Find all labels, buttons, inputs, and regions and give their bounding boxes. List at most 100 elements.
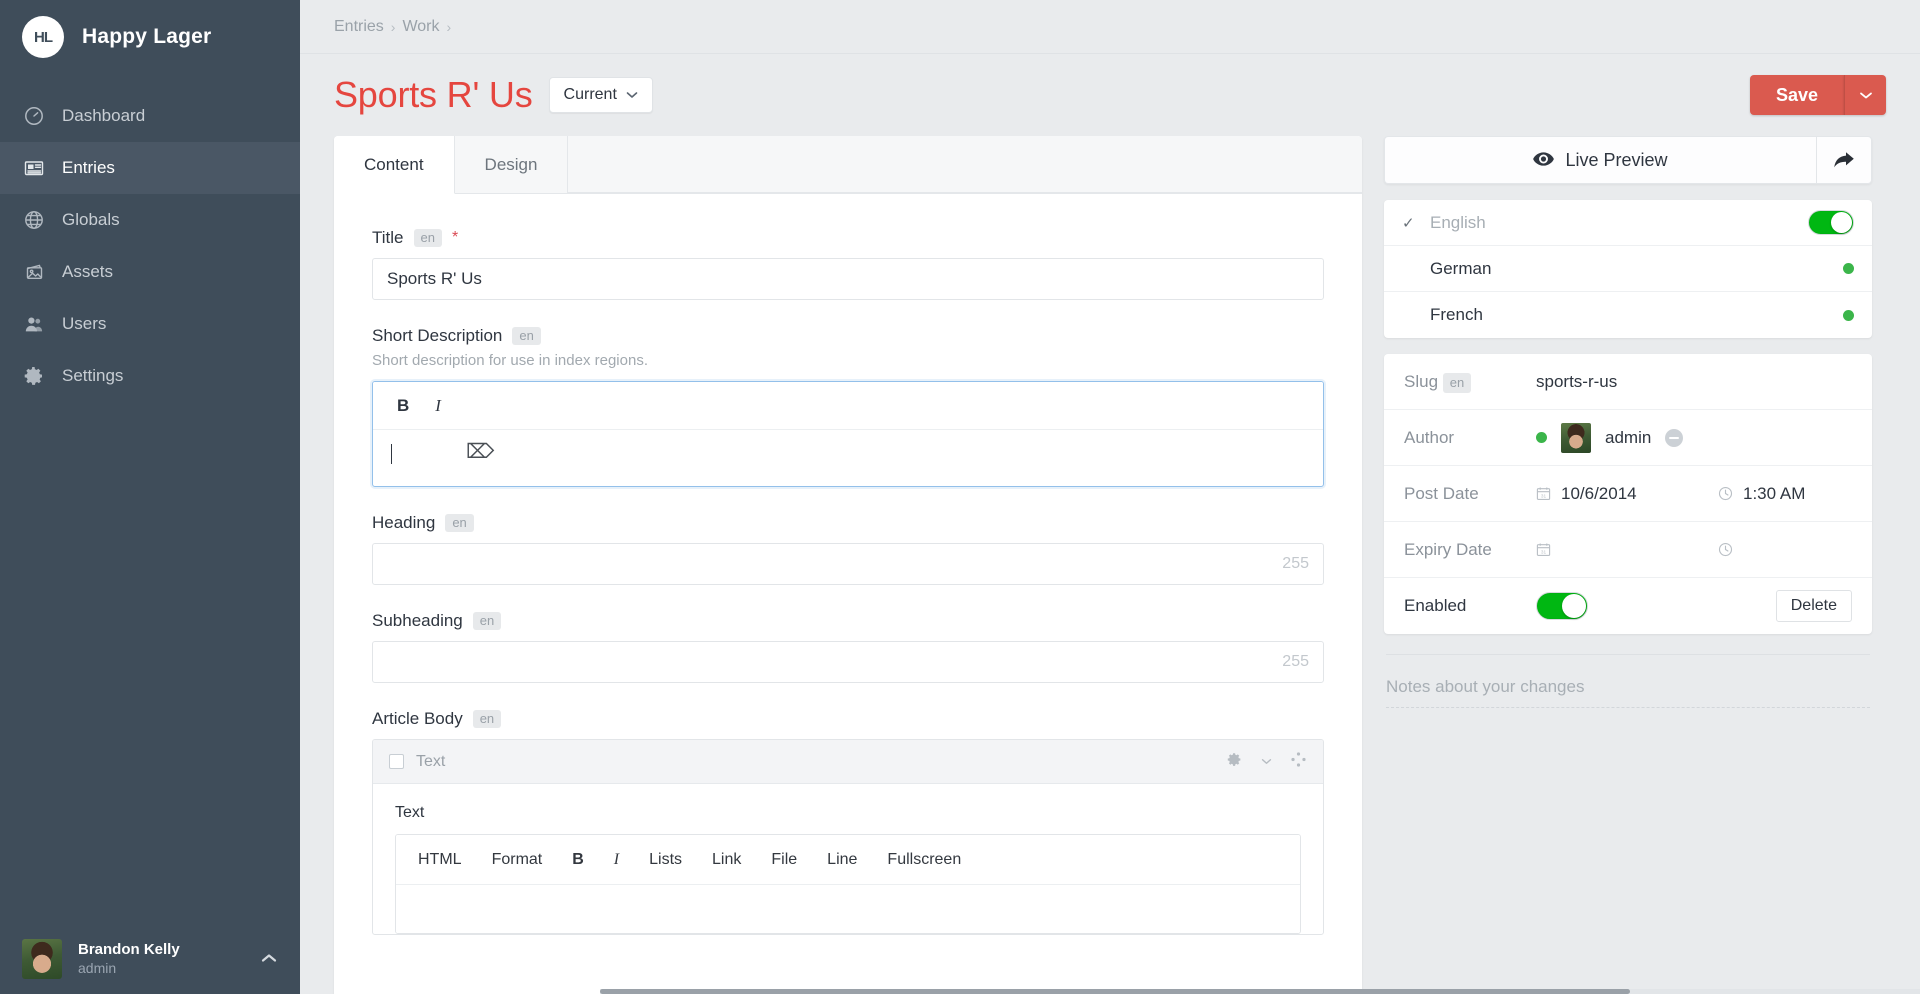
status-dot xyxy=(1843,309,1854,321)
notes-area: Notes about your changes xyxy=(1384,650,1872,708)
block-select-checkbox[interactable] xyxy=(389,754,404,769)
short-description-editor[interactable]: B I ⌦ xyxy=(372,381,1324,487)
italic-button[interactable]: I xyxy=(614,851,619,869)
short-description-input[interactable]: ⌦ xyxy=(373,430,1323,486)
check-icon: ✓ xyxy=(1402,214,1415,232)
breadcrumb-item-work[interactable]: Work xyxy=(402,18,439,36)
language-row-english[interactable]: ✓ English xyxy=(1384,200,1872,246)
users-icon xyxy=(22,312,46,336)
language-tag: en xyxy=(472,710,502,728)
sidebar-item-settings[interactable]: Settings xyxy=(0,350,300,402)
sidebar-item-label: Users xyxy=(62,314,107,333)
format-button[interactable]: Format xyxy=(492,851,543,869)
line-button[interactable]: Line xyxy=(827,851,857,869)
save-options-button[interactable] xyxy=(1844,75,1886,115)
block-actions xyxy=(1226,751,1307,773)
delete-button[interactable]: Delete xyxy=(1775,590,1852,622)
language-tag: en xyxy=(413,229,442,247)
revision-select[interactable]: Current xyxy=(548,77,653,113)
language-row-french[interactable]: French xyxy=(1384,292,1872,338)
field-label-row: Article Body en xyxy=(372,709,1324,729)
field-label: Short Description xyxy=(372,326,503,345)
fullscreen-button[interactable]: Fullscreen xyxy=(887,851,961,869)
slug-input[interactable]: sports-r-us xyxy=(1536,372,1617,392)
details-sidebar: Live Preview ✓ English German French Slu… xyxy=(1384,136,1872,994)
sidebar-item-label: Settings xyxy=(62,366,124,385)
toggle-knob xyxy=(1562,594,1586,618)
sidebar-item-assets[interactable]: Assets xyxy=(0,246,300,298)
block-type-label: Text xyxy=(416,752,446,770)
slug-label: Slug xyxy=(1404,371,1439,391)
html-button[interactable]: HTML xyxy=(418,851,462,869)
field-label-row: Short Description en xyxy=(372,326,1324,346)
title-input[interactable]: Sports R' Us xyxy=(372,258,1324,300)
calendar-icon: 31 xyxy=(1536,486,1551,501)
tab-design[interactable]: Design xyxy=(455,136,569,194)
save-button[interactable]: Save xyxy=(1749,75,1844,115)
preview-row: Live Preview xyxy=(1384,136,1872,184)
sidebar-item-entries[interactable]: Entries xyxy=(0,142,300,194)
brand-logo-icon: HL xyxy=(22,16,64,58)
scrollbar-thumb[interactable] xyxy=(600,989,1630,994)
revision-label: Current xyxy=(563,86,617,103)
remove-icon[interactable] xyxy=(1665,428,1684,447)
heading-input[interactable]: 255 xyxy=(372,543,1324,585)
tab-label: Content xyxy=(364,154,424,174)
breadcrumb-item-entries[interactable]: Entries xyxy=(334,18,384,36)
post-date-input[interactable]: 31 10/6/2014 xyxy=(1536,484,1704,504)
article-body-editor[interactable]: HTML Format B I Lists Link File Line Ful xyxy=(395,834,1301,934)
revision-notes-input[interactable]: Notes about your changes xyxy=(1386,677,1870,708)
bold-button[interactable]: B xyxy=(397,396,409,416)
svg-text:31: 31 xyxy=(1541,494,1547,499)
account-role: admin xyxy=(78,959,117,976)
sidebar-item-globals[interactable]: Globals xyxy=(0,194,300,246)
field-heading: Heading en 255 xyxy=(372,513,1324,585)
sidebar-item-label: Assets xyxy=(62,262,114,281)
enabled-toggle[interactable] xyxy=(1808,210,1854,235)
gear-icon[interactable] xyxy=(1226,751,1243,773)
link-button[interactable]: Link xyxy=(712,851,741,869)
expiry-time-input[interactable] xyxy=(1718,542,1743,557)
main-region: Entries › Work › Sports R' Us Current Sa… xyxy=(300,0,1920,994)
share-arrow-icon[interactable] xyxy=(1816,136,1872,184)
subheading-input[interactable]: 255 xyxy=(372,641,1324,683)
language-label: French xyxy=(1430,305,1483,324)
field-instructions: Short description for use in index regio… xyxy=(372,352,648,369)
expiry-date-input[interactable]: 31 xyxy=(1536,542,1704,557)
sidebar-item-users[interactable]: Users xyxy=(0,298,300,350)
tab-bar-filler xyxy=(568,136,1362,193)
lists-button[interactable]: Lists xyxy=(649,851,682,869)
file-button[interactable]: File xyxy=(771,851,797,869)
tab-content[interactable]: Content xyxy=(334,136,455,194)
bold-button[interactable]: B xyxy=(572,851,584,869)
brand-header[interactable]: HL Happy Lager xyxy=(0,0,300,74)
account-menu[interactable]: Brandon Kelly admin xyxy=(0,924,300,994)
block-field-label: Text xyxy=(395,804,425,821)
globe-icon xyxy=(22,208,46,232)
language-row-german[interactable]: German xyxy=(1384,246,1872,292)
chevron-down-icon xyxy=(626,88,638,102)
horizontal-scrollbar[interactable] xyxy=(600,989,1920,994)
live-preview-label: Live Preview xyxy=(1565,149,1668,170)
sidebar-nav: Dashboard Entries Globals Assets Users S… xyxy=(0,90,300,402)
field-label: Title xyxy=(372,228,404,247)
field-label: Article Body xyxy=(372,709,463,728)
account-name: Brandon Kelly xyxy=(78,940,180,958)
sidebar-item-dashboard[interactable]: Dashboard xyxy=(0,90,300,142)
meta-row-post-date: Post Date 31 10/6/2014 1:30 AM xyxy=(1384,466,1872,522)
italic-button[interactable]: I xyxy=(435,396,441,416)
status-dot xyxy=(1843,263,1854,274)
post-time-input[interactable]: 1:30 AM xyxy=(1718,484,1805,504)
chevron-down-icon[interactable] xyxy=(1261,756,1272,768)
field-label: Subheading xyxy=(372,611,463,630)
chevron-right-icon: › xyxy=(390,18,396,35)
editor-toolbar: B I xyxy=(373,382,1323,430)
chevron-up-icon[interactable] xyxy=(260,951,278,968)
move-handle-icon[interactable] xyxy=(1290,751,1307,773)
language-control xyxy=(1808,210,1854,235)
live-preview-button[interactable]: Live Preview xyxy=(1384,136,1816,184)
field-article-body: Article Body en Text Text HTML Format B … xyxy=(372,709,1324,935)
svg-text:31: 31 xyxy=(1541,550,1547,555)
enabled-toggle[interactable] xyxy=(1536,592,1588,620)
article-body-input[interactable] xyxy=(396,885,1300,933)
